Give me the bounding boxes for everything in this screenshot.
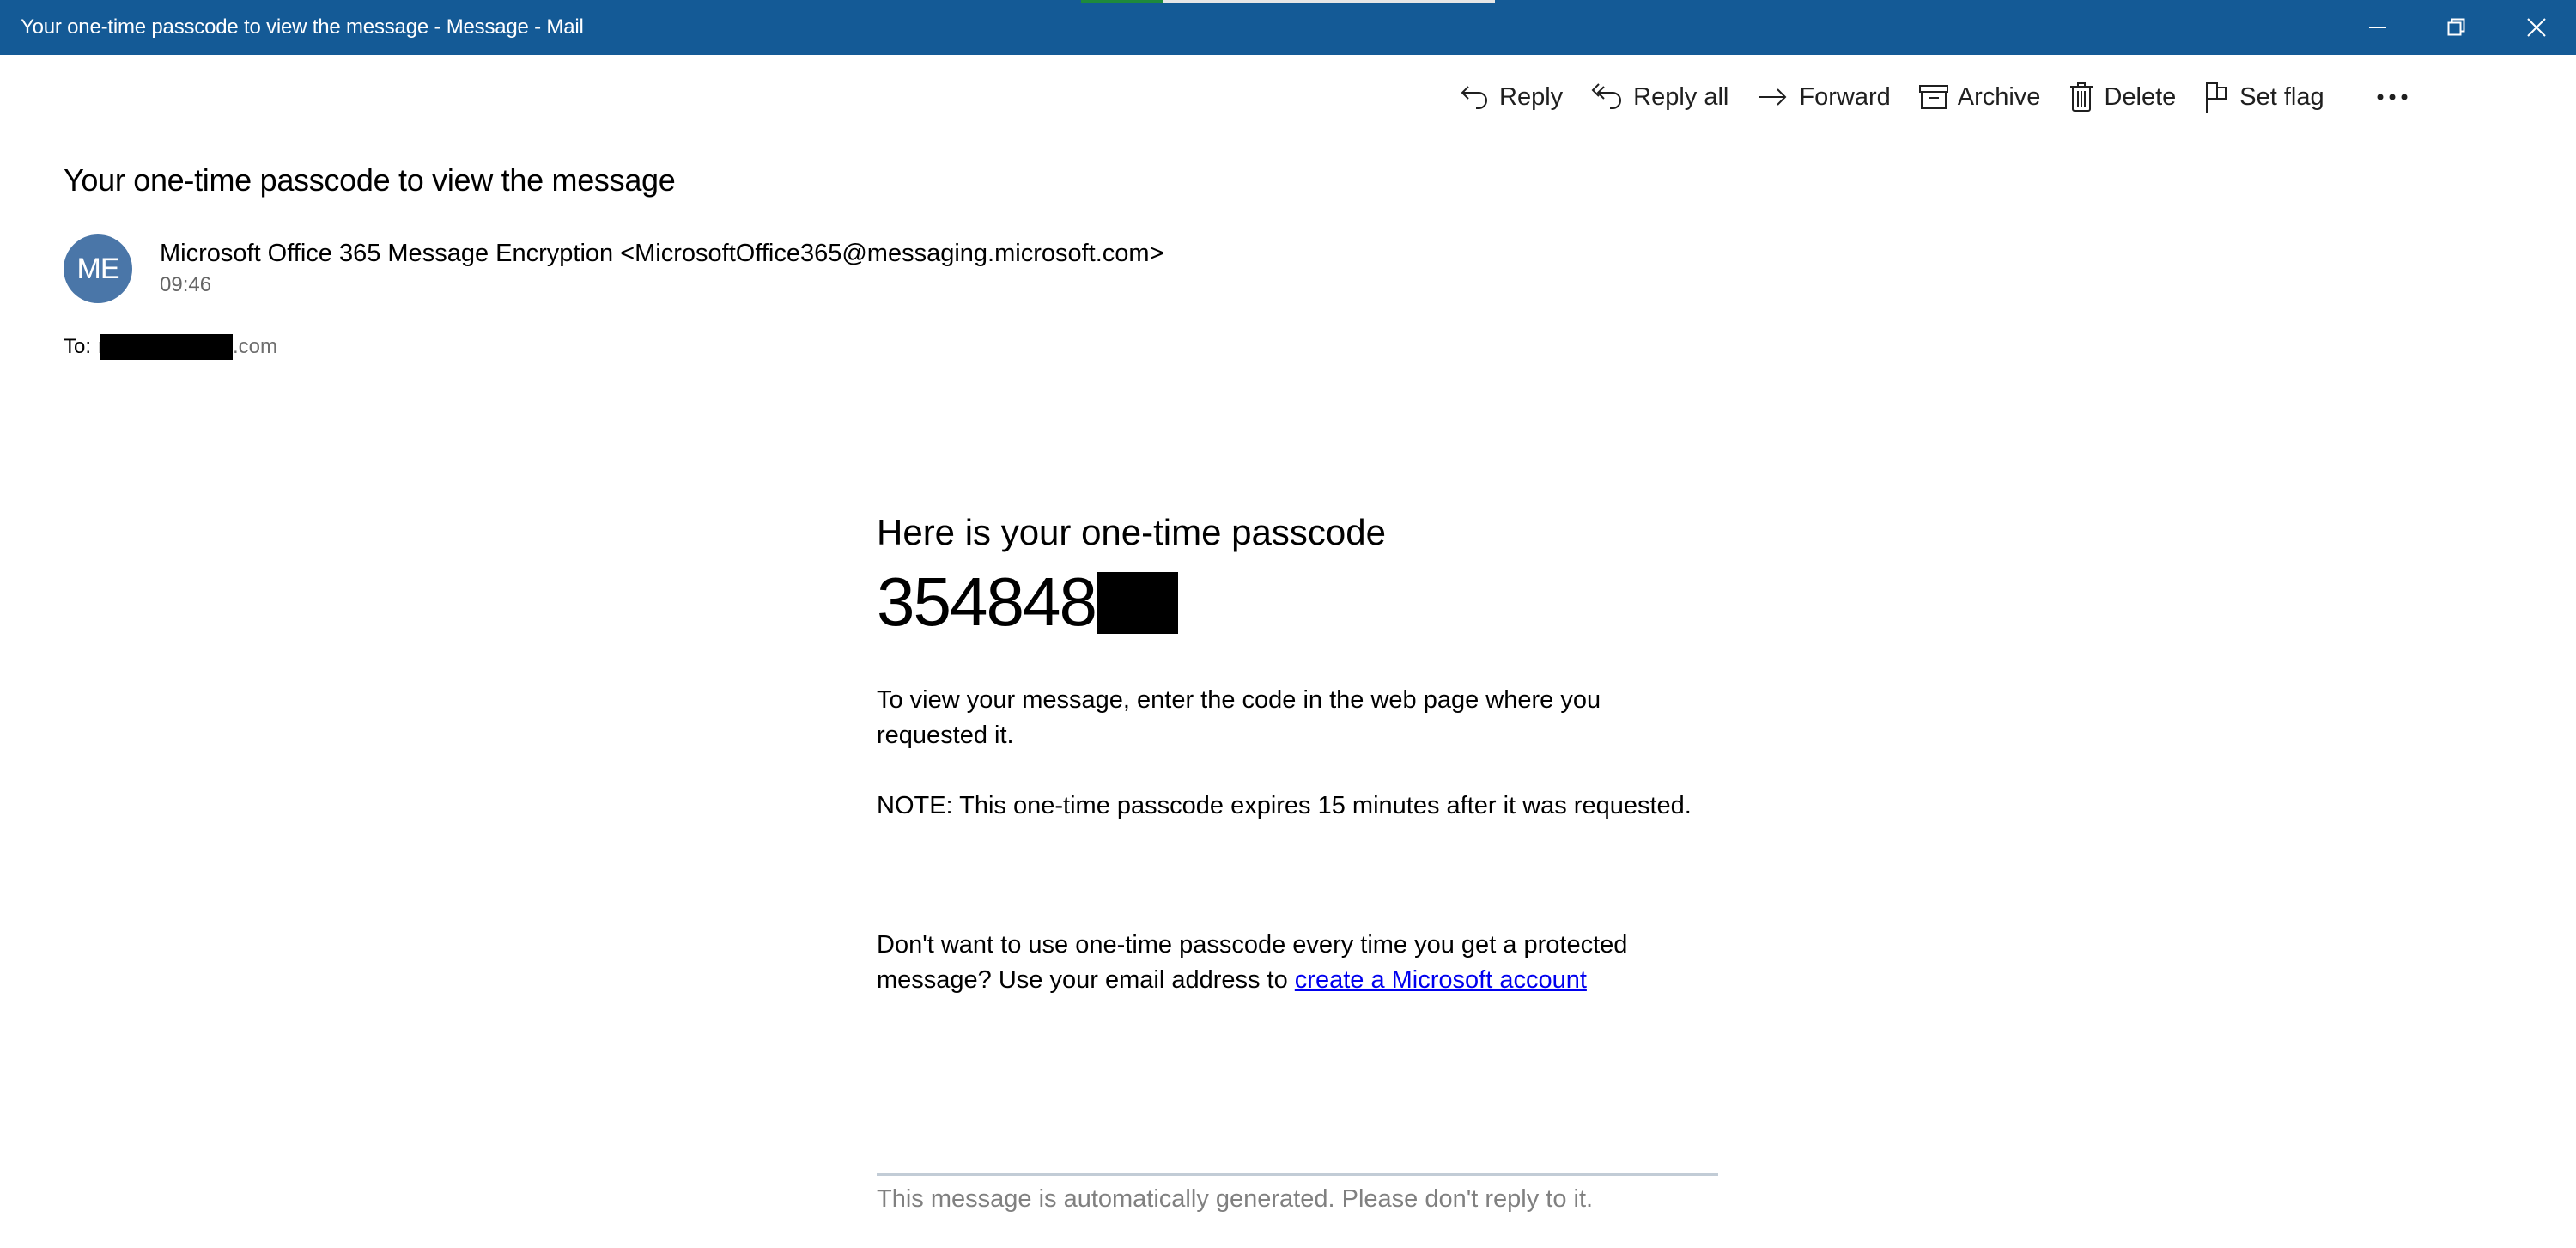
to-label: To:	[64, 335, 92, 358]
loading-progress-bar	[1081, 0, 1495, 3]
reply-all-button[interactable]: Reply all	[1582, 69, 1747, 125]
redaction-block	[100, 334, 234, 360]
flag-icon	[2206, 82, 2227, 113]
archive-button[interactable]: Archive	[1910, 69, 2060, 125]
restore-icon	[2447, 18, 2465, 36]
message-toolbar: Reply Reply all Forward Archive Delete S…	[1451, 69, 2436, 125]
close-icon	[2527, 18, 2546, 37]
reply-icon	[1461, 86, 1487, 109]
account-suggestion-paragraph: Don't want to use one-time passcode ever…	[877, 928, 1718, 998]
passcode-value: 354848	[877, 563, 1097, 640]
auto-generated-notice: This message is automatically generated.…	[877, 1185, 1594, 1213]
message-subject: Your one-time passcode to view the messa…	[64, 162, 676, 198]
window-title: Your one-time passcode to view the messa…	[21, 15, 584, 39]
recipient-address[interactable]: r .com	[91, 333, 277, 361]
restore-button[interactable]	[2417, 0, 2496, 55]
forward-button[interactable]: Forward	[1747, 69, 1909, 125]
instructions-paragraph: To view your message, enter the code in …	[877, 686, 1601, 749]
delete-icon	[2070, 82, 2093, 112]
sender-name[interactable]: Microsoft Office 365 Message Encryption …	[160, 237, 1164, 270]
reply-label: Reply	[1499, 82, 1564, 111]
more-icon	[2377, 94, 2408, 100]
sender-avatar: ME	[64, 234, 132, 303]
more-actions-button[interactable]	[2359, 69, 2436, 125]
archive-icon	[1918, 85, 1948, 109]
recipient-suffix: .com	[233, 335, 278, 358]
forward-label: Forward	[1799, 82, 1891, 111]
close-button[interactable]	[2497, 0, 2576, 55]
reply-all-icon	[1591, 83, 1622, 109]
message-time: 09:46	[160, 273, 212, 296]
set-flag-button[interactable]: Set flag	[2195, 69, 2342, 125]
passcode-heading: Here is your one-time passcode	[877, 512, 1386, 552]
reply-button[interactable]: Reply	[1451, 69, 1582, 125]
archive-label: Archive	[1957, 82, 2041, 111]
passcode-redaction-block	[1097, 572, 1178, 634]
create-microsoft-account-link[interactable]: create a Microsoft account	[1295, 966, 1587, 994]
avatar-initials: ME	[76, 252, 120, 285]
minimize-button[interactable]	[2338, 0, 2417, 55]
footer-divider	[877, 1173, 1718, 1176]
reply-all-label: Reply all	[1633, 82, 1729, 111]
title-bar: Your one-time passcode to view the messa…	[0, 0, 2576, 55]
expiry-note: NOTE: This one-time passcode expires 15 …	[877, 792, 1692, 819]
set-flag-label: Set flag	[2239, 82, 2324, 111]
delete-button[interactable]: Delete	[2059, 69, 2195, 125]
forward-icon	[1759, 88, 1787, 106]
recipient-line: To: r .com	[64, 333, 277, 361]
passcode-row: 354848	[877, 563, 1178, 641]
progress-fill	[1081, 0, 1164, 3]
delete-label: Delete	[2104, 82, 2177, 111]
minimize-icon	[2369, 27, 2386, 28]
